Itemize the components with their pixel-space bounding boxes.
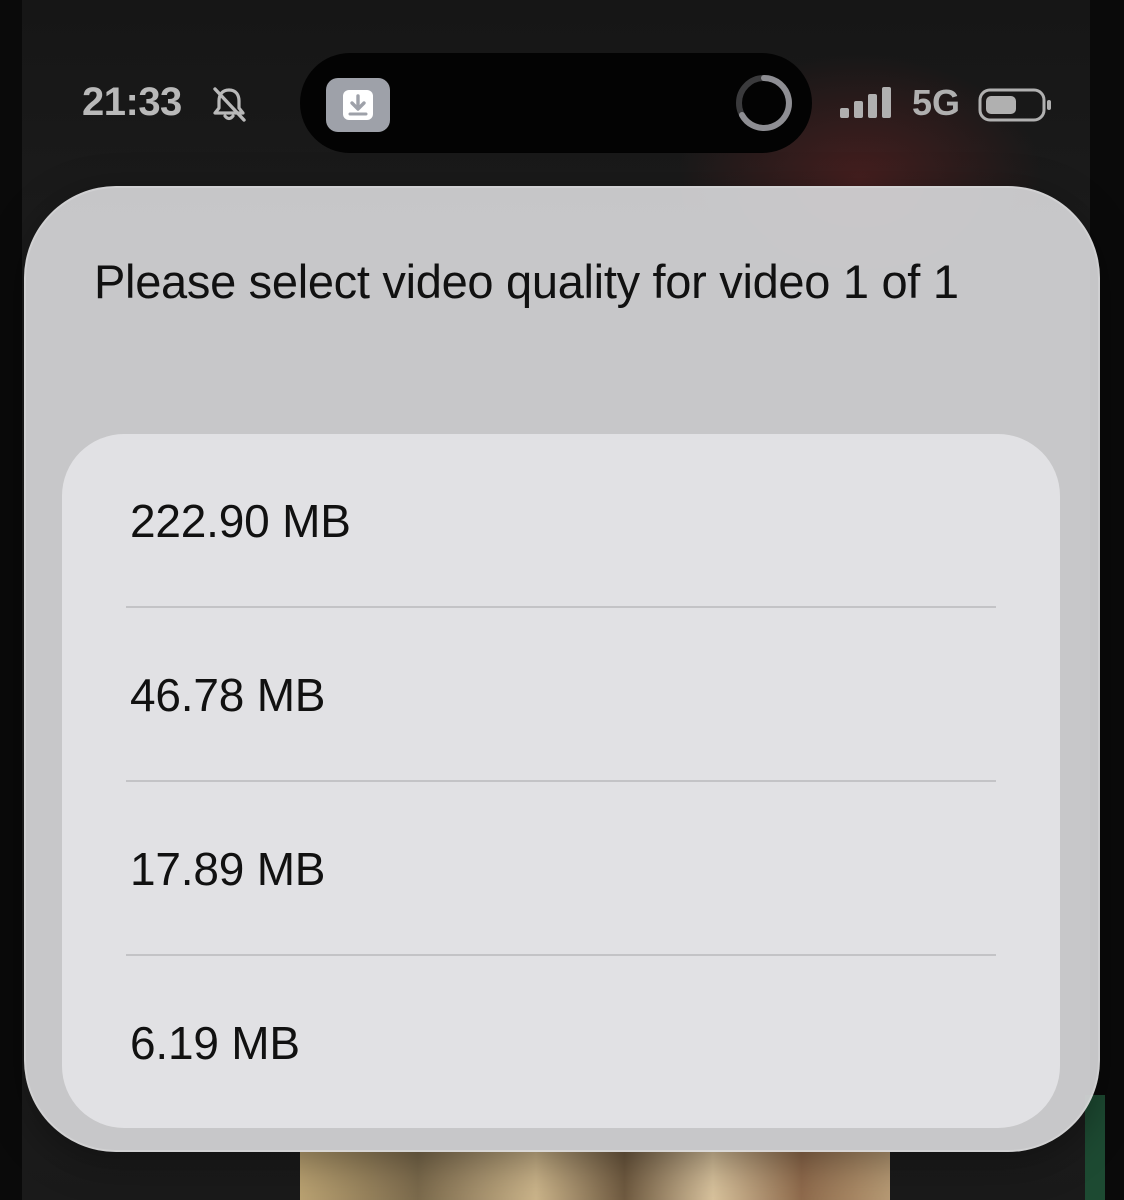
progress-ring-icon [736, 75, 792, 131]
network-type: 5G [912, 82, 961, 123]
battery-icon [978, 88, 1051, 122]
background-edge-left [0, 0, 22, 1200]
background-thumbnail [300, 1150, 890, 1200]
quality-options-list: 222.90 MB 46.78 MB 17.89 MB 6.19 MB [62, 434, 1060, 1128]
download-glyph-icon [343, 90, 373, 120]
status-time: 21:33 [82, 80, 182, 124]
quality-option-46-78-mb[interactable]: 46.78 MB [62, 608, 1060, 782]
quality-option-label: 17.89 MB [130, 843, 326, 895]
quality-option-label: 222.90 MB [130, 495, 351, 547]
video-quality-dialog: Please select video quality for video 1 … [24, 186, 1100, 1152]
quality-option-222-90-mb[interactable]: 222.90 MB [62, 434, 1060, 608]
dynamic-island [300, 53, 812, 153]
quality-option-6-19-mb[interactable]: 6.19 MB [62, 956, 1060, 1128]
signal-bars-icon [840, 87, 891, 118]
dialog-title: Please select video quality for video 1 … [94, 255, 959, 308]
quality-option-label: 46.78 MB [130, 669, 326, 721]
quality-option-17-89-mb[interactable]: 17.89 MB [62, 782, 1060, 956]
bell-slash-icon [213, 87, 246, 122]
quality-option-label: 6.19 MB [130, 1017, 300, 1069]
download-icon[interactable] [326, 78, 390, 132]
background-accent [1085, 1095, 1105, 1200]
